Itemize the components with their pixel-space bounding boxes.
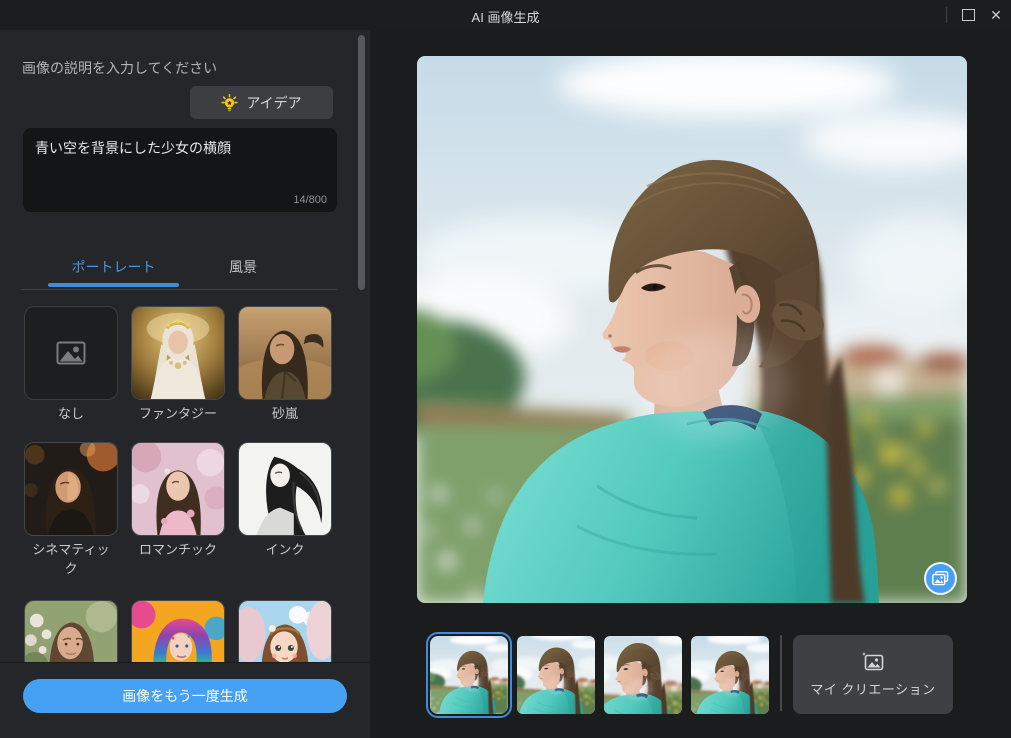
lightbulb-icon — [221, 93, 238, 111]
prompt-text: 青い空を背景にした少女の横顔 — [35, 140, 231, 156]
generated-image-preview — [417, 56, 967, 603]
open-gallery-button[interactable] — [924, 562, 957, 595]
style-option-romantic[interactable]: ロマンチック — [131, 442, 225, 560]
result-thumbnail-1[interactable] — [426, 632, 512, 718]
image-placeholder-icon — [56, 341, 86, 365]
idea-button-label: アイデア — [246, 94, 302, 111]
image-icon — [862, 652, 884, 670]
title-bar: AI 画像生成 ✕ — [0, 0, 1011, 31]
style-thumbnail-pop-art — [131, 600, 225, 663]
style-thumbnail-ink — [238, 442, 332, 536]
idea-button[interactable]: アイデア — [190, 86, 333, 119]
style-option-ink[interactable]: インク — [238, 442, 332, 560]
ai-image-generation-window: AI 画像生成 ✕ 画像の説明を入力してください アイデア 青い空を背景にした少… — [0, 0, 1011, 738]
style-thumbnail-cartoon — [238, 600, 332, 663]
style-option-fantasy[interactable]: ファンタジー — [131, 306, 225, 424]
sidebar-scrollbar[interactable] — [358, 35, 365, 290]
maximize-button[interactable] — [953, 0, 983, 30]
style-label: ファンタジー — [138, 406, 217, 421]
style-label: シネマティック — [32, 542, 110, 576]
style-option-cinematic[interactable]: シネマティック — [24, 442, 118, 579]
my-creations-label: マイ クリエーション — [810, 681, 936, 697]
preview-area: マイ クリエーション — [370, 30, 1011, 738]
close-icon: ✕ — [990, 6, 1002, 23]
style-thumbnail-sandstorm — [238, 306, 332, 400]
result-thumbnail-4[interactable] — [691, 636, 769, 714]
preview-scene — [417, 56, 967, 603]
my-creations-button[interactable]: マイ クリエーション — [793, 635, 953, 714]
photos-icon — [932, 571, 949, 586]
style-label: なし — [57, 406, 84, 421]
sidebar-scroll-area: 画像の説明を入力してください アイデア 青い空を背景にした少女の横顔 14/80… — [0, 30, 370, 663]
tab-portrait[interactable]: ポートレート — [48, 257, 179, 277]
generate-button[interactable]: 画像をもう一度生成 — [23, 679, 347, 713]
style-option-realistic[interactable] — [24, 600, 118, 663]
style-label: インク — [265, 542, 305, 557]
style-option-cartoon[interactable] — [238, 600, 332, 663]
style-thumbnail-fantasy — [131, 306, 225, 400]
style-thumbnail-romantic — [131, 442, 225, 536]
window-controls-divider — [946, 7, 947, 23]
result-thumbnail-2[interactable] — [517, 636, 595, 714]
style-thumbnail-cinematic — [24, 442, 118, 536]
style-option-none[interactable]: なし — [24, 306, 118, 424]
prompt-label: 画像の説明を入力してください — [22, 60, 218, 76]
active-tab-underline — [48, 283, 179, 287]
result-thumbnail-3[interactable] — [604, 636, 682, 714]
sidebar-bottom-bar: 画像をもう一度生成 — [0, 662, 370, 738]
style-label: ロマンチック — [138, 542, 217, 557]
maximize-icon — [961, 9, 975, 21]
results-divider — [780, 635, 782, 711]
style-option-pop-art[interactable] — [131, 600, 225, 663]
prompt-sidebar: 画像の説明を入力してください アイデア 青い空を背景にした少女の横顔 14/80… — [0, 30, 370, 738]
style-label: 砂嵐 — [271, 406, 298, 421]
prompt-input[interactable]: 青い空を背景にした少女の横顔 14/800 — [23, 128, 337, 212]
tab-landscape[interactable]: 風景 — [200, 257, 286, 277]
style-thumbnail-realistic — [24, 600, 118, 663]
style-option-sandstorm[interactable]: 砂嵐 — [238, 306, 332, 424]
tabs-divider — [21, 289, 337, 290]
character-counter: 14/800 — [293, 194, 327, 206]
window-title: AI 画像生成 — [471, 10, 540, 25]
close-button[interactable]: ✕ — [981, 0, 1011, 30]
